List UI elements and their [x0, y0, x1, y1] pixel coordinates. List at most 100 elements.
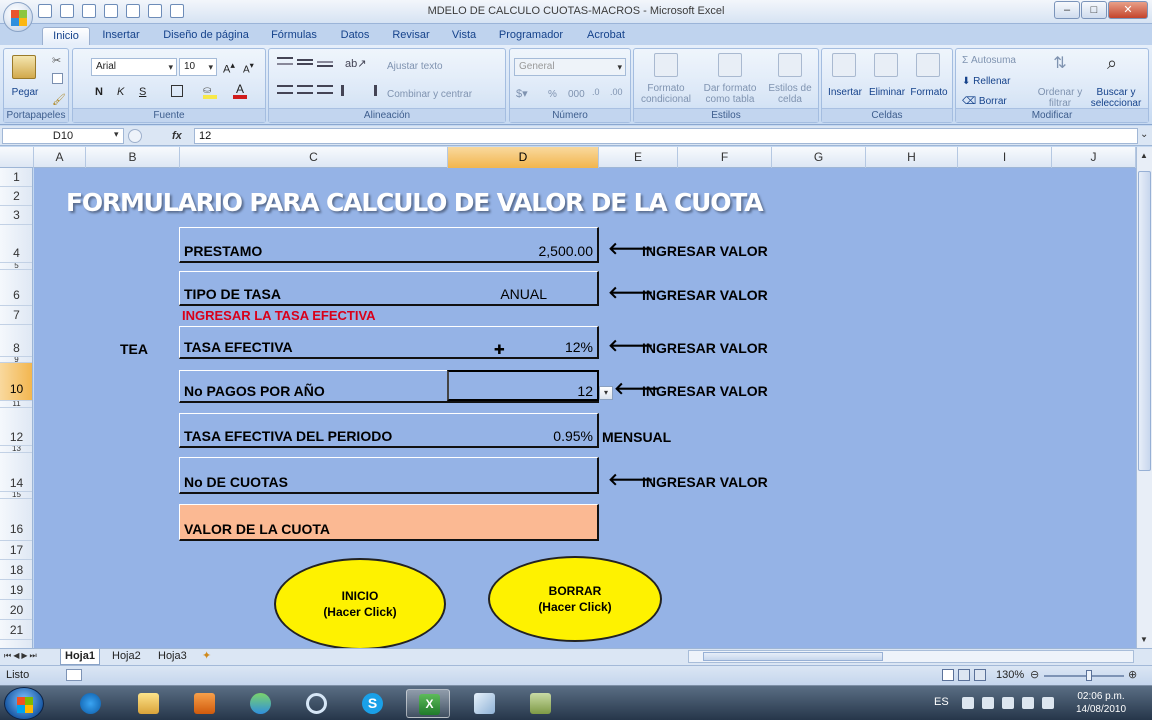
font-family-select[interactable]: Arial [91, 58, 177, 76]
underline-button[interactable]: S [139, 87, 146, 98]
tray-up-arrow-icon[interactable] [962, 697, 974, 709]
column-header[interactable]: E [599, 147, 678, 168]
wrap-text-button[interactable]: Ajustar texto [387, 61, 443, 72]
page-layout-view-icon[interactable] [958, 669, 970, 681]
borrar-button[interactable]: BORRAR (Hacer Click) [488, 556, 662, 642]
formula-cancel-icon[interactable] [128, 129, 142, 143]
column-header[interactable]: I [958, 147, 1052, 168]
borders-icon[interactable] [171, 85, 183, 97]
column-header[interactable]: B [86, 147, 180, 168]
field-no-de-cuotas[interactable]: No DE CUOTAS [179, 457, 599, 494]
inicio-button[interactable]: INICIO (Hacer Click) [274, 558, 446, 648]
increase-decimal-icon[interactable]: .0 [592, 87, 608, 101]
align-left-icon[interactable] [277, 85, 293, 94]
shrink-font-icon[interactable]: A▾ [243, 60, 254, 75]
sheet-tab-hoja1[interactable]: Hoja1 [60, 649, 100, 665]
accounting-format-icon[interactable]: $▾ [516, 87, 532, 101]
column-header[interactable]: F [678, 147, 772, 168]
row-header[interactable]: 16 [0, 499, 32, 541]
font-size-select[interactable]: 10 [179, 58, 217, 76]
sheet-tab-hoja2[interactable]: Hoja2 [108, 649, 145, 665]
row-header[interactable]: 13 [0, 446, 32, 453]
worksheet-grid[interactable]: FORMULARIO PARA CALCULO DE VALOR DE LA C… [34, 168, 1136, 648]
align-bottom-icon[interactable] [317, 61, 333, 67]
row-header[interactable]: 20 [0, 600, 32, 620]
conditional-format-button[interactable]: Formato condicional [636, 83, 696, 105]
tab-inicio[interactable]: Inicio [42, 27, 90, 45]
align-middle-icon[interactable] [297, 59, 313, 65]
language-indicator[interactable]: ES [934, 696, 949, 708]
column-header[interactable]: G [772, 147, 866, 168]
scroll-up-icon[interactable]: ▲ [1140, 151, 1148, 160]
percent-button[interactable]: % [548, 89, 557, 100]
number-format-select[interactable]: General [514, 58, 626, 76]
fill-button[interactable]: ⬇ Rellenar [962, 76, 1010, 87]
horizontal-scrollbar[interactable] [688, 650, 1134, 663]
select-all-corner[interactable] [0, 147, 34, 168]
row-header[interactable]: 14 [0, 453, 32, 492]
tab-formulas[interactable]: Fórmulas [266, 27, 322, 45]
column-header[interactable]: J [1052, 147, 1136, 168]
autosum-button[interactable]: Σ Autosuma [962, 55, 1016, 66]
taskbar-ie[interactable] [68, 689, 112, 718]
column-header[interactable]: C [180, 147, 448, 168]
align-right-icon[interactable] [317, 85, 333, 94]
tab-diseno-de-pagina[interactable]: Diseño de página [158, 27, 254, 45]
fill-color-icon[interactable]: ⛀ [203, 85, 217, 99]
tab-revisar[interactable]: Revisar [388, 27, 434, 45]
row-header[interactable]: 18 [0, 560, 32, 580]
taskbar-refresh-app[interactable] [294, 689, 338, 718]
cell-styles-button[interactable]: Estilos de celda [764, 83, 816, 105]
macro-record-icon[interactable] [66, 669, 82, 681]
merge-center-button[interactable]: Combinar y centrar [387, 89, 472, 100]
field-value[interactable]: 2,500.00 [539, 243, 594, 259]
thousands-button[interactable]: 000 [568, 89, 585, 100]
field-tasa-efectiva[interactable]: TASA EFECTIVA 12% [179, 326, 599, 359]
scroll-down-icon[interactable]: ▼ [1140, 635, 1148, 644]
row-header[interactable]: 4 [0, 225, 32, 263]
name-box[interactable]: D10 [2, 128, 124, 144]
tab-datos[interactable]: Datos [334, 27, 376, 45]
tray-flag-icon[interactable] [982, 697, 994, 709]
zoom-level[interactable]: 130% [996, 669, 1024, 681]
column-header[interactable]: A [34, 147, 86, 168]
increase-indent-icon[interactable] [361, 85, 377, 96]
row-header[interactable]: 12 [0, 408, 32, 446]
grow-font-icon[interactable]: A▴ [223, 60, 235, 76]
system-clock[interactable]: 02:06 p.m. 14/08/2010 [1070, 690, 1132, 716]
tray-device-icon[interactable] [1002, 697, 1014, 709]
page-break-view-icon[interactable] [974, 669, 986, 681]
taskbar-excel[interactable]: X [406, 689, 450, 718]
expand-formula-icon[interactable]: ⌄ [1140, 129, 1148, 140]
row-header[interactable]: 7 [0, 306, 32, 325]
vertical-scrollbar[interactable]: ▲ ▼ [1136, 147, 1152, 648]
field-tipo-de-tasa[interactable]: TIPO DE TASA ANUAL [179, 271, 599, 306]
format-painter-icon[interactable]: 🖌 [52, 93, 68, 107]
row-header[interactable]: 21 [0, 620, 32, 640]
zoom-slider-thumb[interactable] [1086, 670, 1092, 681]
start-button[interactable] [4, 687, 44, 720]
taskbar-media[interactable] [182, 689, 226, 718]
zoom-in-icon[interactable]: ⊕ [1128, 668, 1137, 681]
row-header[interactable]: 15 [0, 492, 32, 499]
insert-function-icon[interactable]: fx [172, 128, 192, 144]
row-header[interactable]: 3 [0, 206, 32, 225]
row-header-selected[interactable]: 10 [0, 363, 32, 401]
tab-insertar[interactable]: Insertar [96, 27, 146, 45]
orientation-icon[interactable]: ab↗ [345, 57, 366, 71]
row-header[interactable]: 17 [0, 541, 32, 560]
taskbar-explorer[interactable] [126, 689, 170, 718]
clear-button[interactable]: ⌫ Borrar [962, 96, 1007, 107]
sort-filter-button[interactable]: Ordenar y filtrar [1036, 87, 1084, 109]
row-header[interactable]: 2 [0, 187, 32, 206]
format-cells-button[interactable]: Formato [908, 87, 950, 98]
row-header[interactable]: 11 [0, 401, 32, 408]
tray-network-icon[interactable] [1022, 697, 1034, 709]
taskbar-app-7[interactable] [462, 689, 506, 718]
office-button[interactable] [3, 2, 33, 32]
close-button[interactable]: ✕ [1108, 1, 1148, 19]
formula-input[interactable]: 12 [194, 128, 1138, 144]
maximize-button[interactable]: □ [1081, 1, 1107, 19]
horizontal-scroll-thumb[interactable] [703, 652, 883, 661]
tab-programador[interactable]: Programador [494, 27, 568, 45]
